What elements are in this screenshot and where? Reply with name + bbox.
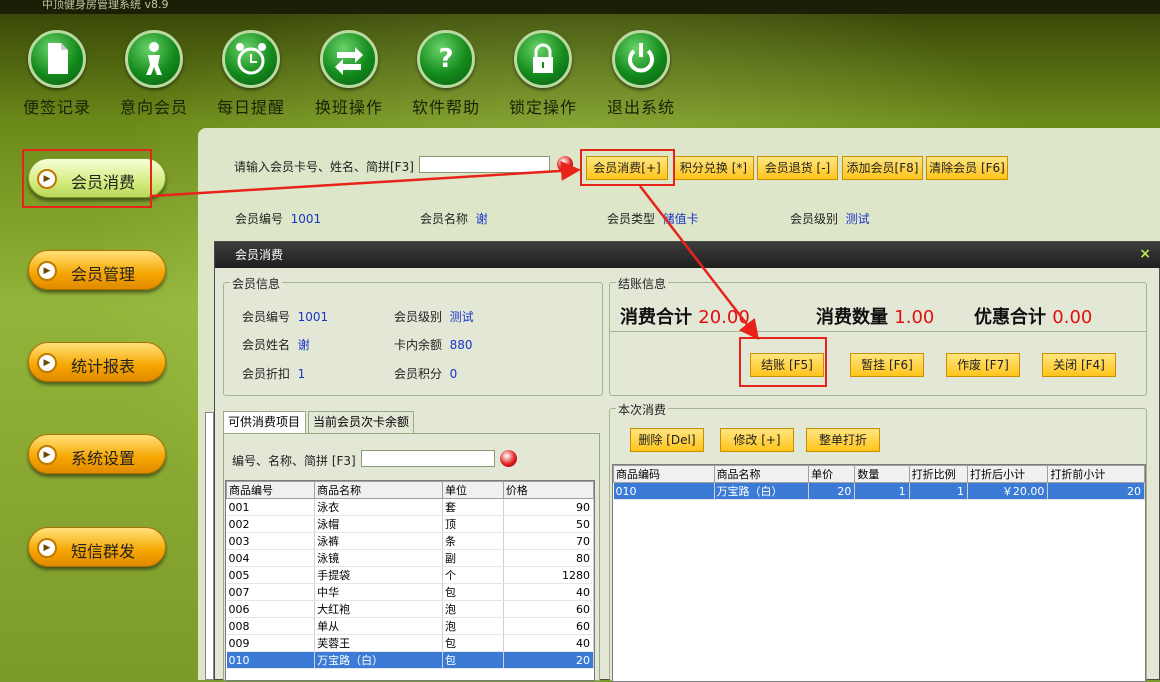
annotation-arrows [151, 160, 760, 340]
arrow-to-consume [151, 160, 581, 198]
arrow-to-checkout [639, 185, 760, 340]
